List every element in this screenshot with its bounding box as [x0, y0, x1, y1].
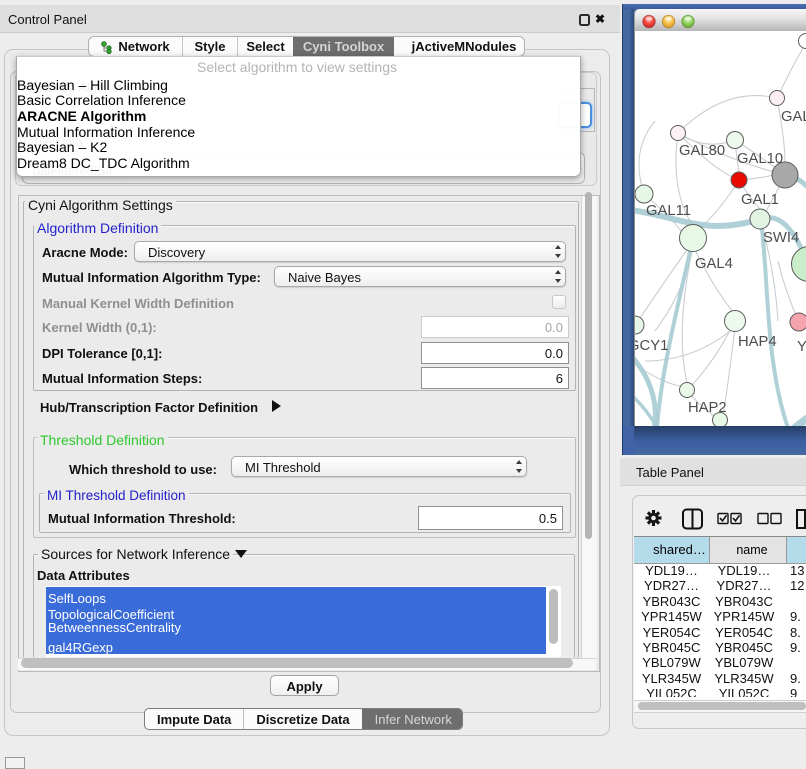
svg-text:GAL4: GAL4 [695, 256, 733, 272]
svg-text:Y: Y [797, 339, 806, 355]
svg-text:SWI4: SWI4 [763, 230, 799, 246]
svg-text:GAL10: GAL10 [737, 151, 783, 167]
svg-text:HAP4: HAP4 [738, 334, 777, 350]
svg-text:GCY1: GCY1 [635, 338, 668, 354]
svg-text:HAP2: HAP2 [688, 400, 727, 416]
svg-text:GAL: GAL [781, 109, 806, 125]
svg-text:GAL11: GAL11 [646, 203, 691, 219]
svg-text:GAL80: GAL80 [679, 143, 725, 159]
svg-text:GAL1: GAL1 [741, 192, 779, 208]
